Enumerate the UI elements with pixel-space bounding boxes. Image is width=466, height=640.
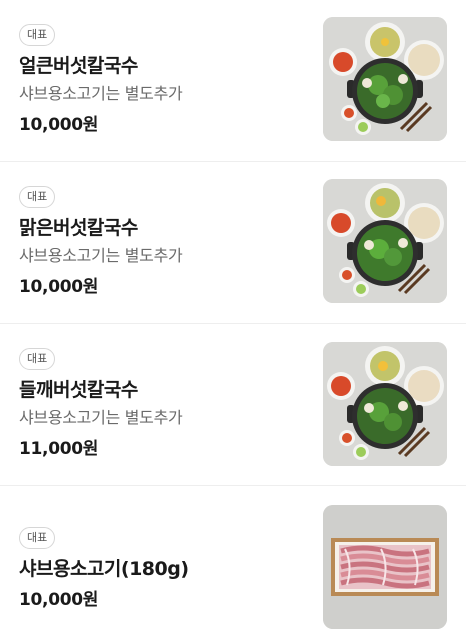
hotpot-set-photo-icon[interactable] — [323, 17, 447, 141]
menu-item-info: 대표 맑은버섯칼국수 샤브용소고기는 별도추가 10,000원 — [19, 185, 299, 298]
menu-item-info: 대표 들깨버섯칼국수 샤브용소고기는 별도추가 11,000원 — [19, 347, 299, 460]
signature-badge: 대표 — [19, 24, 56, 46]
sliced-beef-photo-icon[interactable] — [323, 505, 447, 629]
menu-item-name: 맑은버섯칼국수 — [19, 217, 138, 239]
menu-item-description: 샤브용소고기는 별도추가 — [19, 408, 183, 427]
menu-item-description: 샤브용소고기는 별도추가 — [19, 84, 183, 103]
menu-item-clear-mushroom-kalguksu[interactable]: 대표 맑은버섯칼국수 샤브용소고기는 별도추가 10,000원 — [0, 162, 466, 324]
hotpot-set-photo-icon[interactable] — [323, 179, 447, 303]
menu-item-info: 대표 샤브용소고기(180g) 10,000원 — [19, 526, 299, 611]
signature-badge: 대표 — [19, 527, 56, 549]
menu-item-info: 대표 얼큰버섯칼국수 샤브용소고기는 별도추가 10,000원 — [19, 23, 299, 136]
menu-list: 대표 얼큰버섯칼국수 샤브용소고기는 별도추가 10,000원 대표 맑은버섯칼… — [0, 0, 466, 640]
menu-item-price: 10,000원 — [19, 590, 99, 610]
menu-item-price: 10,000원 — [19, 115, 99, 135]
signature-badge: 대표 — [19, 186, 56, 208]
menu-item-perilla-mushroom-kalguksu[interactable]: 대표 들깨버섯칼국수 샤브용소고기는 별도추가 11,000원 — [0, 324, 466, 486]
menu-item-spicy-mushroom-kalguksu[interactable]: 대표 얼큰버섯칼국수 샤브용소고기는 별도추가 10,000원 — [0, 0, 466, 162]
signature-badge: 대표 — [19, 348, 56, 370]
menu-item-description: 샤브용소고기는 별도추가 — [19, 246, 183, 265]
hotpot-set-photo-icon[interactable] — [323, 342, 447, 466]
menu-item-name: 얼큰버섯칼국수 — [19, 55, 138, 77]
menu-item-name: 샤브용소고기(180g) — [19, 558, 189, 580]
menu-item-price: 11,000원 — [19, 439, 99, 459]
menu-item-name: 들깨버섯칼국수 — [19, 379, 138, 401]
menu-item-price: 10,000원 — [19, 277, 99, 297]
menu-item-shabu-beef[interactable]: 대표 샤브용소고기(180g) 10,000원 — [0, 486, 466, 640]
